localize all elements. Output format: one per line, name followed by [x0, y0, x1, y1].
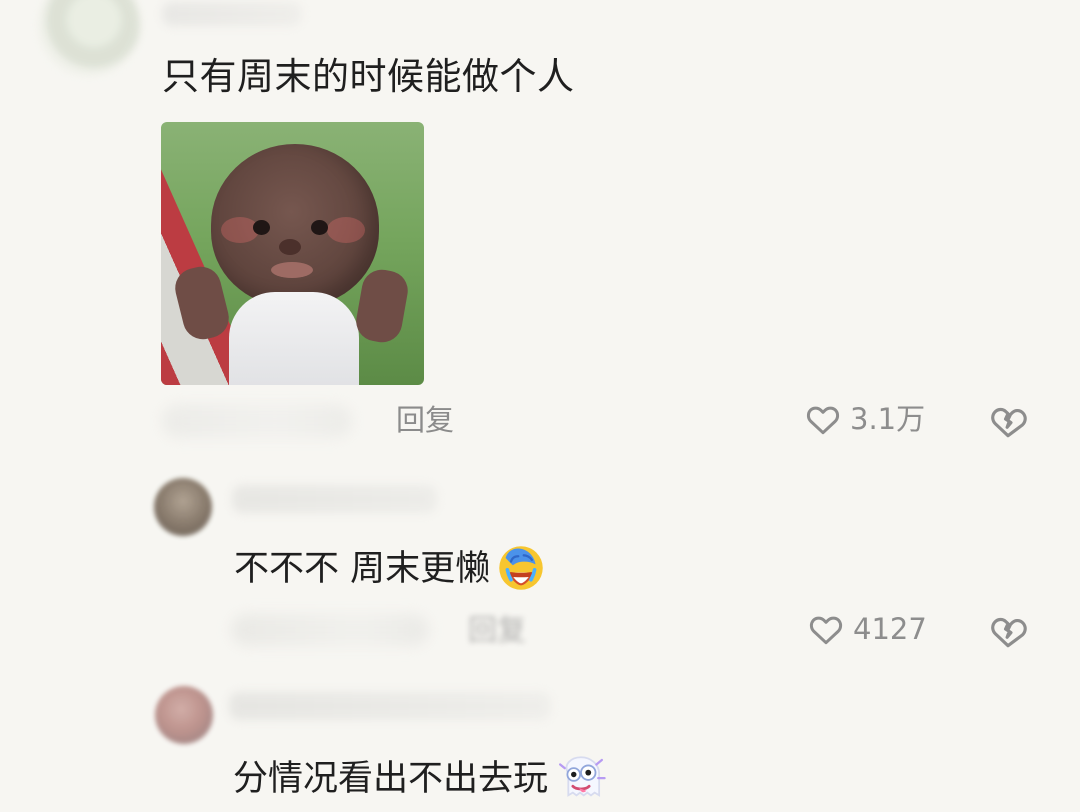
- username-redacted[interactable]: [229, 692, 551, 720]
- comment-thread: 只有周末的时候能做个人 回复 3.1万 不不不 周末更懒 回复 4127 分情况…: [0, 0, 1080, 812]
- username-redacted[interactable]: [232, 485, 437, 513]
- reply-button[interactable]: 回复: [468, 610, 526, 650]
- reply-comment: 不不不 周末更懒: [234, 540, 550, 598]
- broken-heart-icon[interactable]: [987, 610, 1029, 652]
- avatar[interactable]: [155, 686, 213, 744]
- sticker-mouth: [271, 262, 313, 278]
- like-count: 3.1万: [850, 402, 926, 436]
- ghost-emoji: [559, 756, 606, 797]
- like-count: 4127: [853, 612, 927, 646]
- comment-text: 不不不 周末更懒: [234, 549, 491, 589]
- comment-meta-redacted: [231, 614, 429, 646]
- broken-heart-icon[interactable]: [987, 400, 1029, 442]
- reply-button[interactable]: 回复: [396, 400, 454, 440]
- sticker-eye: [311, 220, 328, 235]
- sticker-nose: [279, 239, 301, 255]
- sticker-cheek: [327, 217, 365, 243]
- facepalm-laughing-emoji: [499, 546, 543, 590]
- heart-outline-icon: [809, 616, 843, 645]
- toddler-peace-sign-sticker[interactable]: [161, 122, 424, 385]
- sticker-eye: [253, 220, 270, 235]
- heart-outline-icon: [806, 406, 840, 435]
- like-button[interactable]: 4127: [806, 609, 927, 649]
- reply-comment: 分情况看出不出去玩: [233, 750, 610, 808]
- sticker-body: [229, 292, 359, 385]
- avatar[interactable]: [38, 0, 140, 76]
- username-redacted[interactable]: [162, 2, 302, 26]
- comment-text: 只有周末的时候能做个人: [162, 55, 575, 98]
- like-button[interactable]: 3.1万: [803, 399, 925, 439]
- comment-text: 分情况看出不出去玩: [233, 759, 549, 799]
- comment-meta-redacted: [162, 404, 352, 438]
- avatar[interactable]: [154, 478, 212, 536]
